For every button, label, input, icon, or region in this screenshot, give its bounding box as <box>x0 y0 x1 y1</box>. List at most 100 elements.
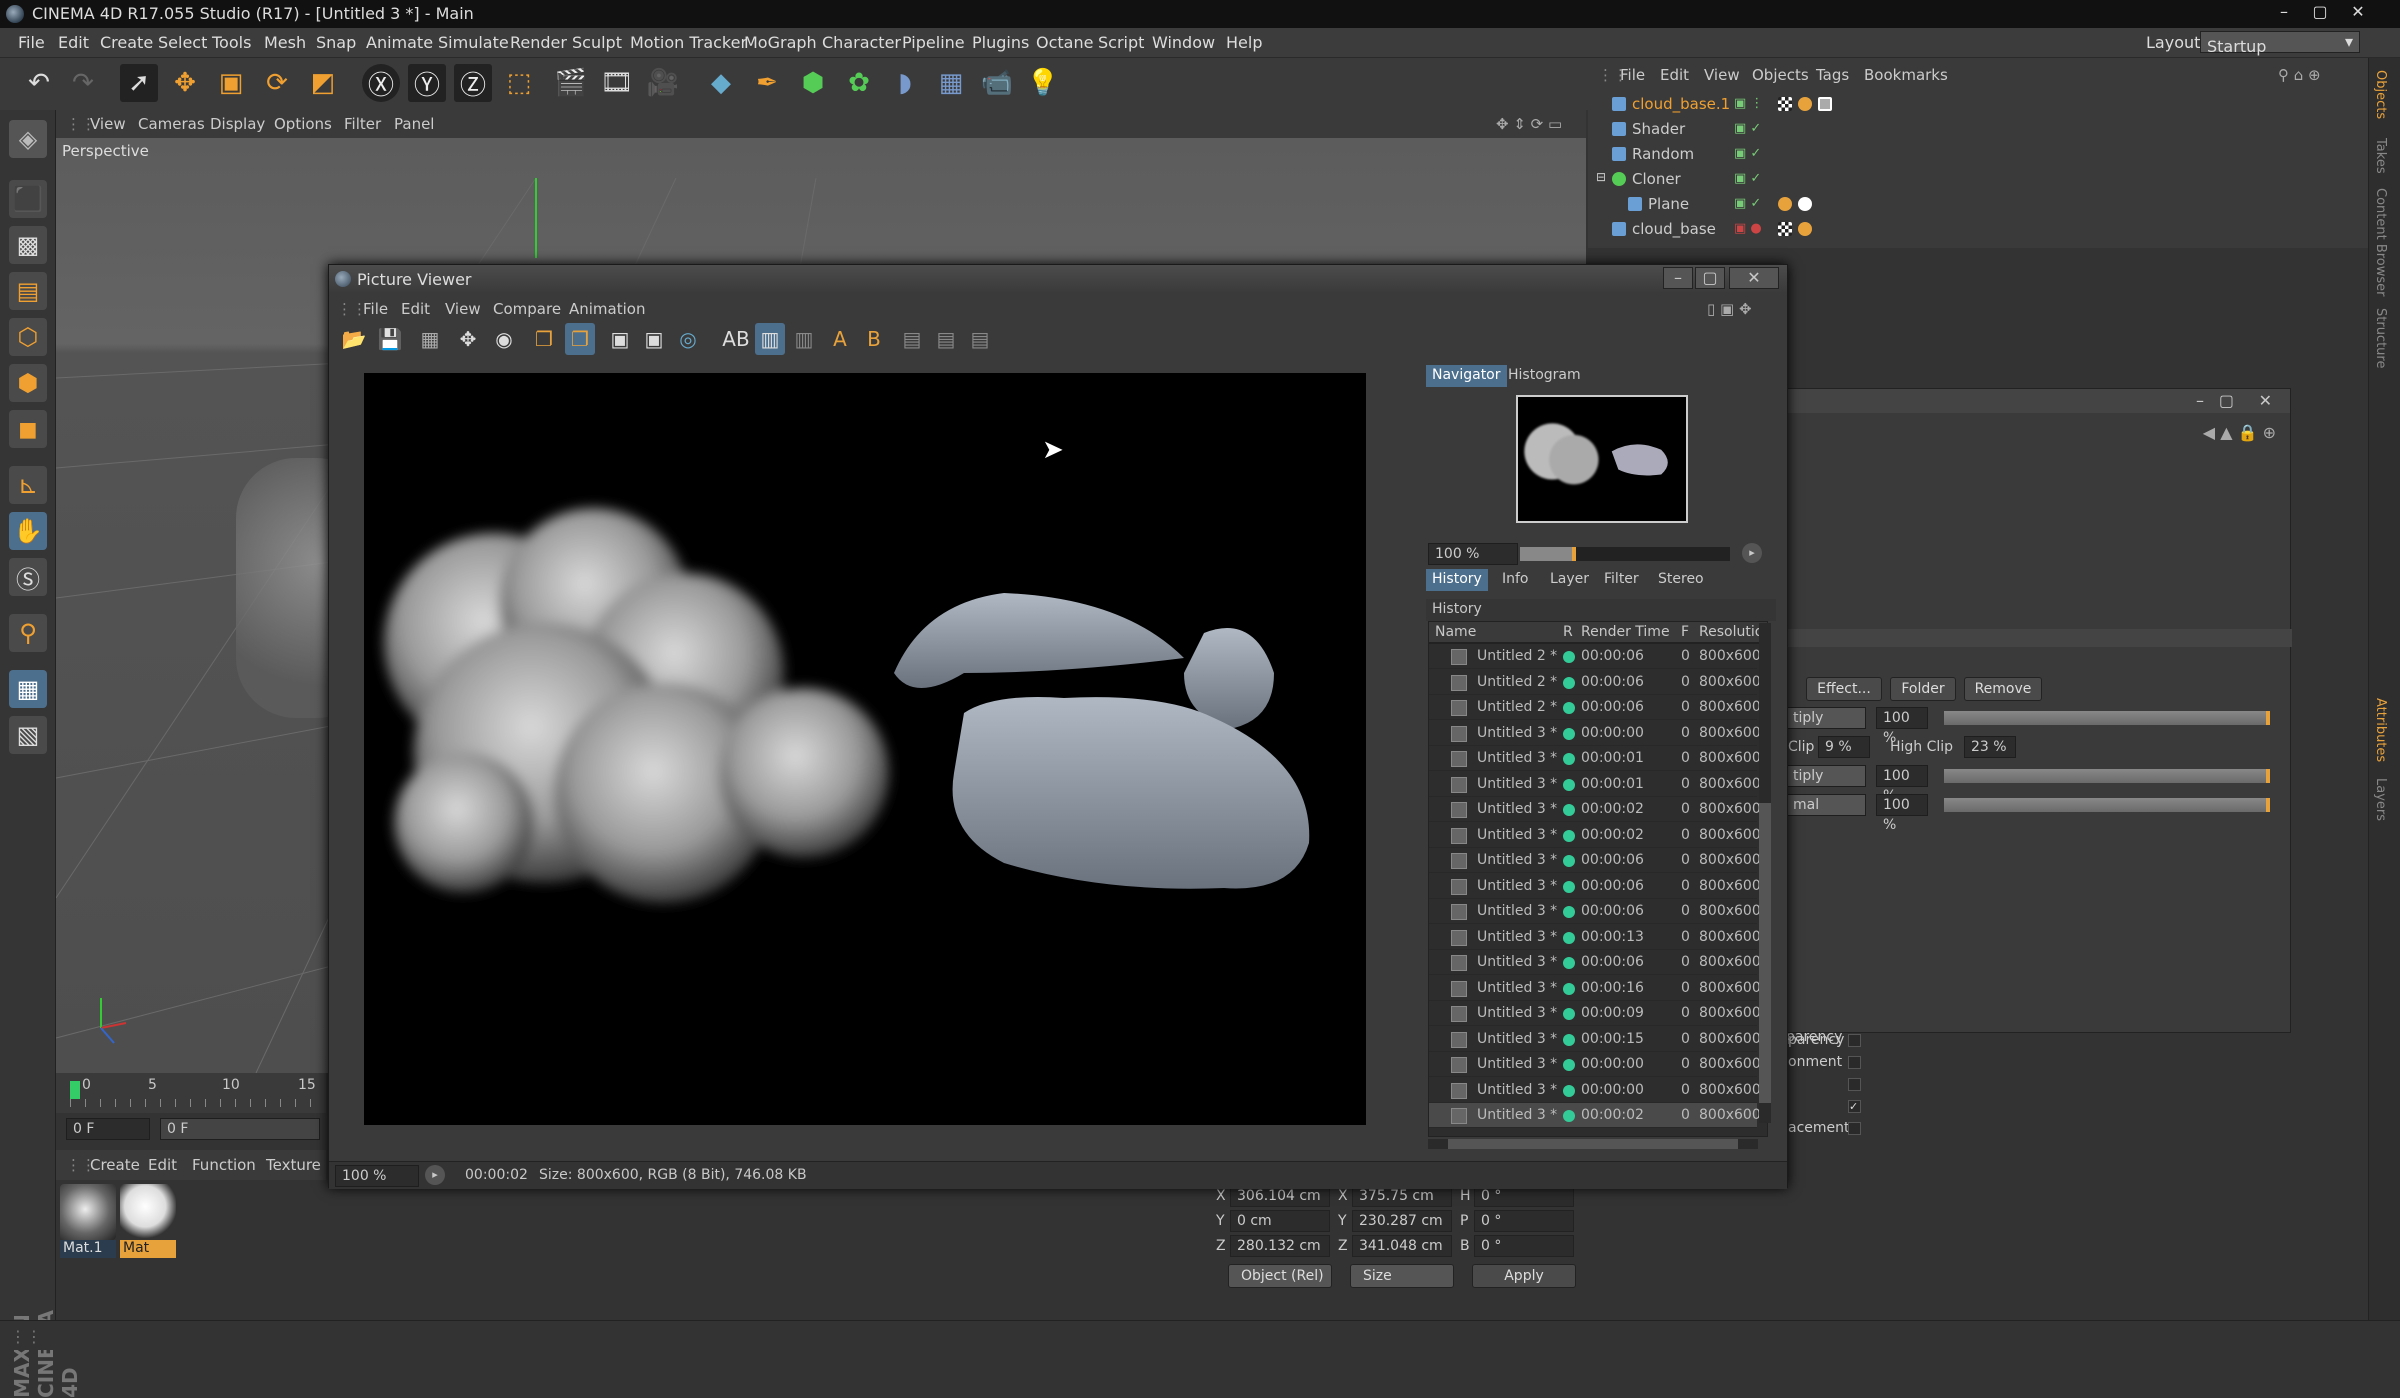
timeline[interactable]: 0 5 10 15 <box>56 1073 326 1113</box>
obj-menu-file[interactable]: File <box>1620 66 1645 84</box>
navigator-thumbnail[interactable] <box>1516 395 1688 523</box>
material-menu-create[interactable]: Create <box>90 1156 140 1174</box>
history-row[interactable]: Untitled 3 * 00:00:01 0 800x600 <box>1429 772 1761 797</box>
history-row[interactable]: Untitled 2 * 00:00:06 0 800x600 <box>1429 644 1761 669</box>
tab-attributes[interactable]: Attributes <box>2373 698 2388 762</box>
maximize-icon[interactable]: ▢ <box>1695 267 1725 289</box>
tweak-icon[interactable]: ✋ <box>9 512 47 550</box>
x-axis-icon[interactable]: Ⓧ <box>362 64 400 102</box>
ab-swap-icon[interactable]: ▥ <box>755 323 785 355</box>
tab-info[interactable]: Info <box>1496 569 1535 591</box>
col-resolution[interactable]: Resolution <box>1699 624 1765 640</box>
opacity-field[interactable]: 100 % <box>1876 794 1928 833</box>
history-hscroll-thumb[interactable] <box>1448 1139 1738 1149</box>
opacity-field[interactable]: 100 % <box>1876 765 1928 804</box>
layout-dropdown[interactable]: Startup ▾ <box>2200 31 2360 56</box>
opacity-field[interactable]: 100 % <box>1876 707 1928 746</box>
col-f[interactable]: F <box>1681 624 1689 640</box>
play-icon[interactable]: ▸ <box>425 1165 445 1185</box>
col-name[interactable]: Name <box>1435 624 1476 640</box>
object-row[interactable]: cloud_base.1 ▣ ⋮ <box>1592 92 2352 116</box>
select-arrow-icon[interactable]: ➚ <box>120 64 158 102</box>
obj-menu-view[interactable]: View <box>1704 66 1740 84</box>
menu-tools[interactable]: Tools <box>212 33 251 52</box>
render-interactive-icon[interactable]: ◎ <box>673 323 703 355</box>
rotation-p-field[interactable]: 0 ° <box>1474 1210 1574 1232</box>
tab-layer[interactable]: Layer <box>1544 569 1595 591</box>
blend-mode-dropdown[interactable]: tiply <box>1786 765 1866 787</box>
viewport-nav-icons[interactable]: ✥ ⇕ ⟳ ▭ <box>1496 115 1562 133</box>
material-thumbnail[interactable] <box>60 1184 116 1240</box>
minimize-icon[interactable]: – <box>2196 391 2204 410</box>
lock-workplane-icon[interactable]: ▦ <box>9 670 47 708</box>
copy-icon[interactable]: ❐ <box>529 323 559 355</box>
opacity-slider[interactable] <box>1944 798 2270 812</box>
menu-select[interactable]: Select <box>158 33 207 52</box>
material-thumbnail[interactable] <box>120 1184 176 1240</box>
viewport-menu-view[interactable]: View <box>90 115 126 133</box>
pen-spline-icon[interactable]: ✒ <box>748 64 786 102</box>
set-b-icon[interactable]: B <box>859 323 889 355</box>
tab-histogram[interactable]: Histogram <box>1502 365 1587 387</box>
model-mode-icon[interactable]: ⬛ <box>9 180 47 218</box>
workplane-icon[interactable]: ▤ <box>9 272 47 310</box>
undo-icon[interactable]: ↶ <box>20 64 58 102</box>
menu-render[interactable]: Render <box>510 33 567 52</box>
remove-button[interactable]: Remove <box>1964 677 2042 701</box>
camera-icon[interactable]: 📹 <box>978 64 1016 102</box>
deformer-icon[interactable]: ◗ <box>886 64 924 102</box>
maximize-icon[interactable]: ▢ <box>2306 2 2334 24</box>
history-hscrollbar[interactable] <box>1428 1139 1758 1149</box>
blend-mode-dropdown[interactable]: mal <box>1786 794 1866 816</box>
pv-menu-animation[interactable]: Animation <box>569 300 645 318</box>
panel-layout-icons[interactable]: ▯ ▣ ✥ <box>1707 300 1752 318</box>
close-icon[interactable]: ✕ <box>1729 267 1779 289</box>
col-render-time[interactable]: Render Time <box>1581 624 1670 640</box>
frame-range-slider[interactable]: 0 F <box>160 1118 320 1140</box>
rotate-icon[interactable]: ⟳ <box>258 64 296 102</box>
material-label[interactable]: Mat <box>120 1240 176 1258</box>
material-menu-edit[interactable]: Edit <box>148 1156 177 1174</box>
material-menu-function[interactable]: Function <box>192 1156 256 1174</box>
difference-icon[interactable]: ▤ <box>931 323 961 355</box>
history-row[interactable]: Untitled 3 * 00:00:00 0 800x600 <box>1429 721 1761 746</box>
collapse-icon[interactable]: ⊟ <box>1596 170 1606 184</box>
folder-button[interactable]: Folder <box>1890 677 1956 701</box>
history-row[interactable]: Untitled 3 * 00:00:09 0 800x600 <box>1429 1001 1761 1026</box>
channel-checkbox[interactable] <box>1848 1078 1861 1091</box>
tab-history[interactable]: History <box>1426 569 1488 591</box>
cloner-icon[interactable]: ✿ <box>840 64 878 102</box>
pv-menu-file[interactable]: File <box>363 300 388 318</box>
save-icon[interactable]: 💾 <box>375 323 405 355</box>
channel-checkbox[interactable] <box>1848 1056 1861 1069</box>
maximize-icon[interactable]: ▢ <box>2219 391 2234 410</box>
viewport-menu-options[interactable]: Options <box>274 115 332 133</box>
menu-file[interactable]: File <box>18 33 45 52</box>
high-clip-field[interactable]: 23 % <box>1964 736 2016 758</box>
snap-icon[interactable]: Ⓢ <box>9 558 47 596</box>
menu-motion-tracker[interactable]: Motion Tracker <box>630 33 747 52</box>
history-row[interactable]: Untitled 3 * 00:00:00 0 800x600 <box>1429 1078 1761 1103</box>
menu-mograph[interactable]: MoGraph <box>744 33 817 52</box>
zoom-play-icon[interactable]: ▸ <box>1742 543 1762 563</box>
axis-icon[interactable]: ⊾ <box>9 466 47 504</box>
visibility-flags-icon[interactable]: ▣ ● <box>1734 221 1774 237</box>
set-a-icon[interactable]: A <box>825 323 855 355</box>
render-settings-icon[interactable]: 🎥 <box>644 64 682 102</box>
obj-menu-bookmarks[interactable]: Bookmarks <box>1864 66 1948 84</box>
light-icon[interactable]: 💡 <box>1024 64 1062 102</box>
channel-checkbox[interactable] <box>1848 1034 1861 1047</box>
tab-content-browser[interactable]: Content Browser <box>2373 188 2388 297</box>
pv-menu-view[interactable]: View <box>445 300 481 318</box>
blend-mode-dropdown[interactable]: tiply <box>1786 707 1866 729</box>
floor-icon[interactable]: ▦ <box>932 64 970 102</box>
object-row[interactable]: Random ▣ ✓ <box>1592 142 2352 166</box>
playhead-marker[interactable] <box>70 1081 80 1099</box>
object-row[interactable]: ⊟ Cloner ▣ ✓ <box>1592 167 2352 191</box>
viewport-menu-filter[interactable]: Filter <box>344 115 381 133</box>
history-row[interactable]: Untitled 3 * 00:00:06 0 800x600 <box>1429 874 1761 899</box>
menu-simulate[interactable]: Simulate <box>438 33 509 52</box>
viewport-menu-cameras[interactable]: Cameras <box>138 115 205 133</box>
material-tag-icon[interactable] <box>1778 222 1792 236</box>
planar-workplane-icon[interactable]: ▧ <box>9 716 47 754</box>
